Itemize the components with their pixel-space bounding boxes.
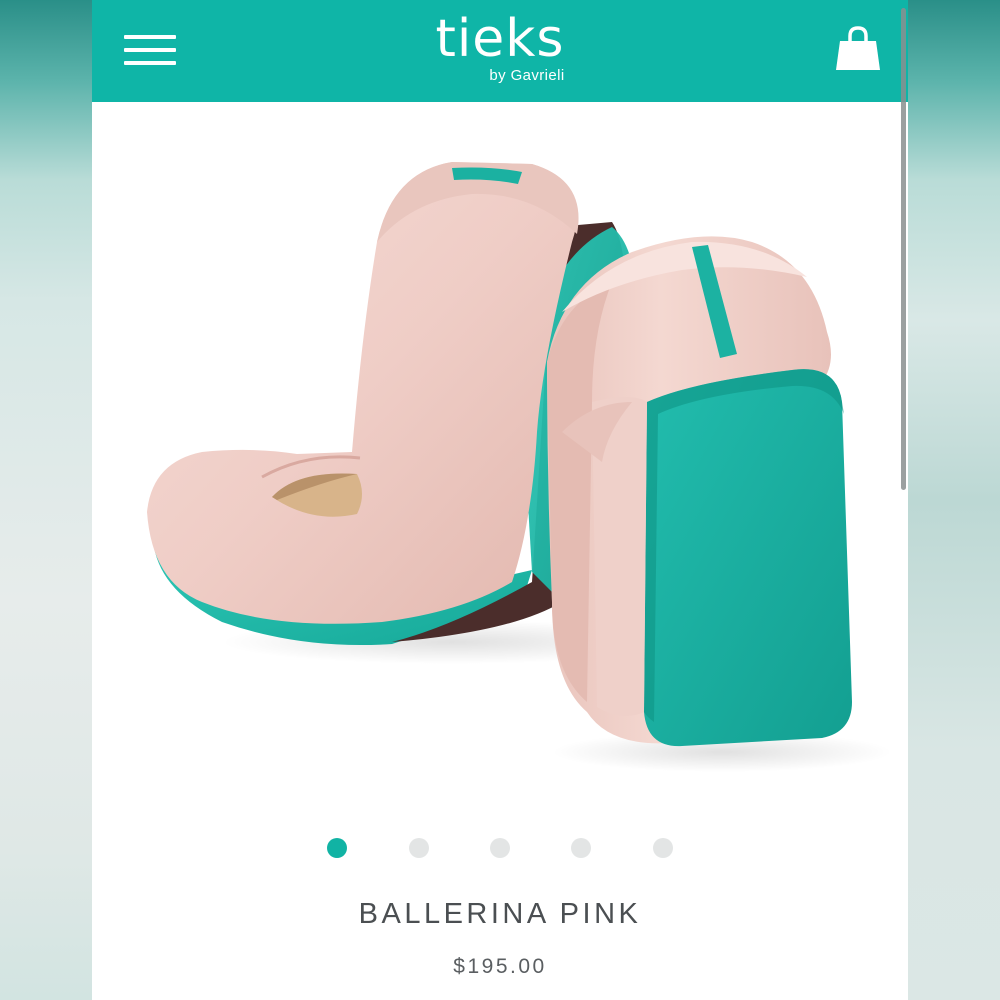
background-blur-right bbox=[908, 0, 1000, 1000]
carousel-indicators bbox=[327, 838, 687, 858]
carousel-dot-2[interactable] bbox=[409, 838, 429, 858]
carousel-dot-3[interactable] bbox=[490, 838, 510, 858]
site-header: tieks by Gavrieli bbox=[92, 0, 908, 490]
brand-logo[interactable]: tieks by Gavrieli bbox=[92, 10, 908, 84]
background-blur-left bbox=[0, 0, 92, 1000]
brand-tagline: by Gavrieli bbox=[489, 67, 565, 84]
shopping-bag-icon[interactable] bbox=[834, 24, 882, 74]
carousel-dot-5[interactable] bbox=[653, 838, 673, 858]
carousel-dot-1[interactable] bbox=[327, 838, 347, 858]
product-image[interactable] bbox=[92, 102, 908, 812]
mobile-page: tieks by Gavrieli BALLERINA PINK $195.00 bbox=[92, 0, 908, 1000]
carousel-dot-4[interactable] bbox=[571, 838, 591, 858]
product-name: BALLERINA PINK bbox=[358, 898, 642, 930]
product-price: $195.00 bbox=[453, 955, 547, 978]
brand-wordmark: tieks bbox=[435, 9, 565, 69]
